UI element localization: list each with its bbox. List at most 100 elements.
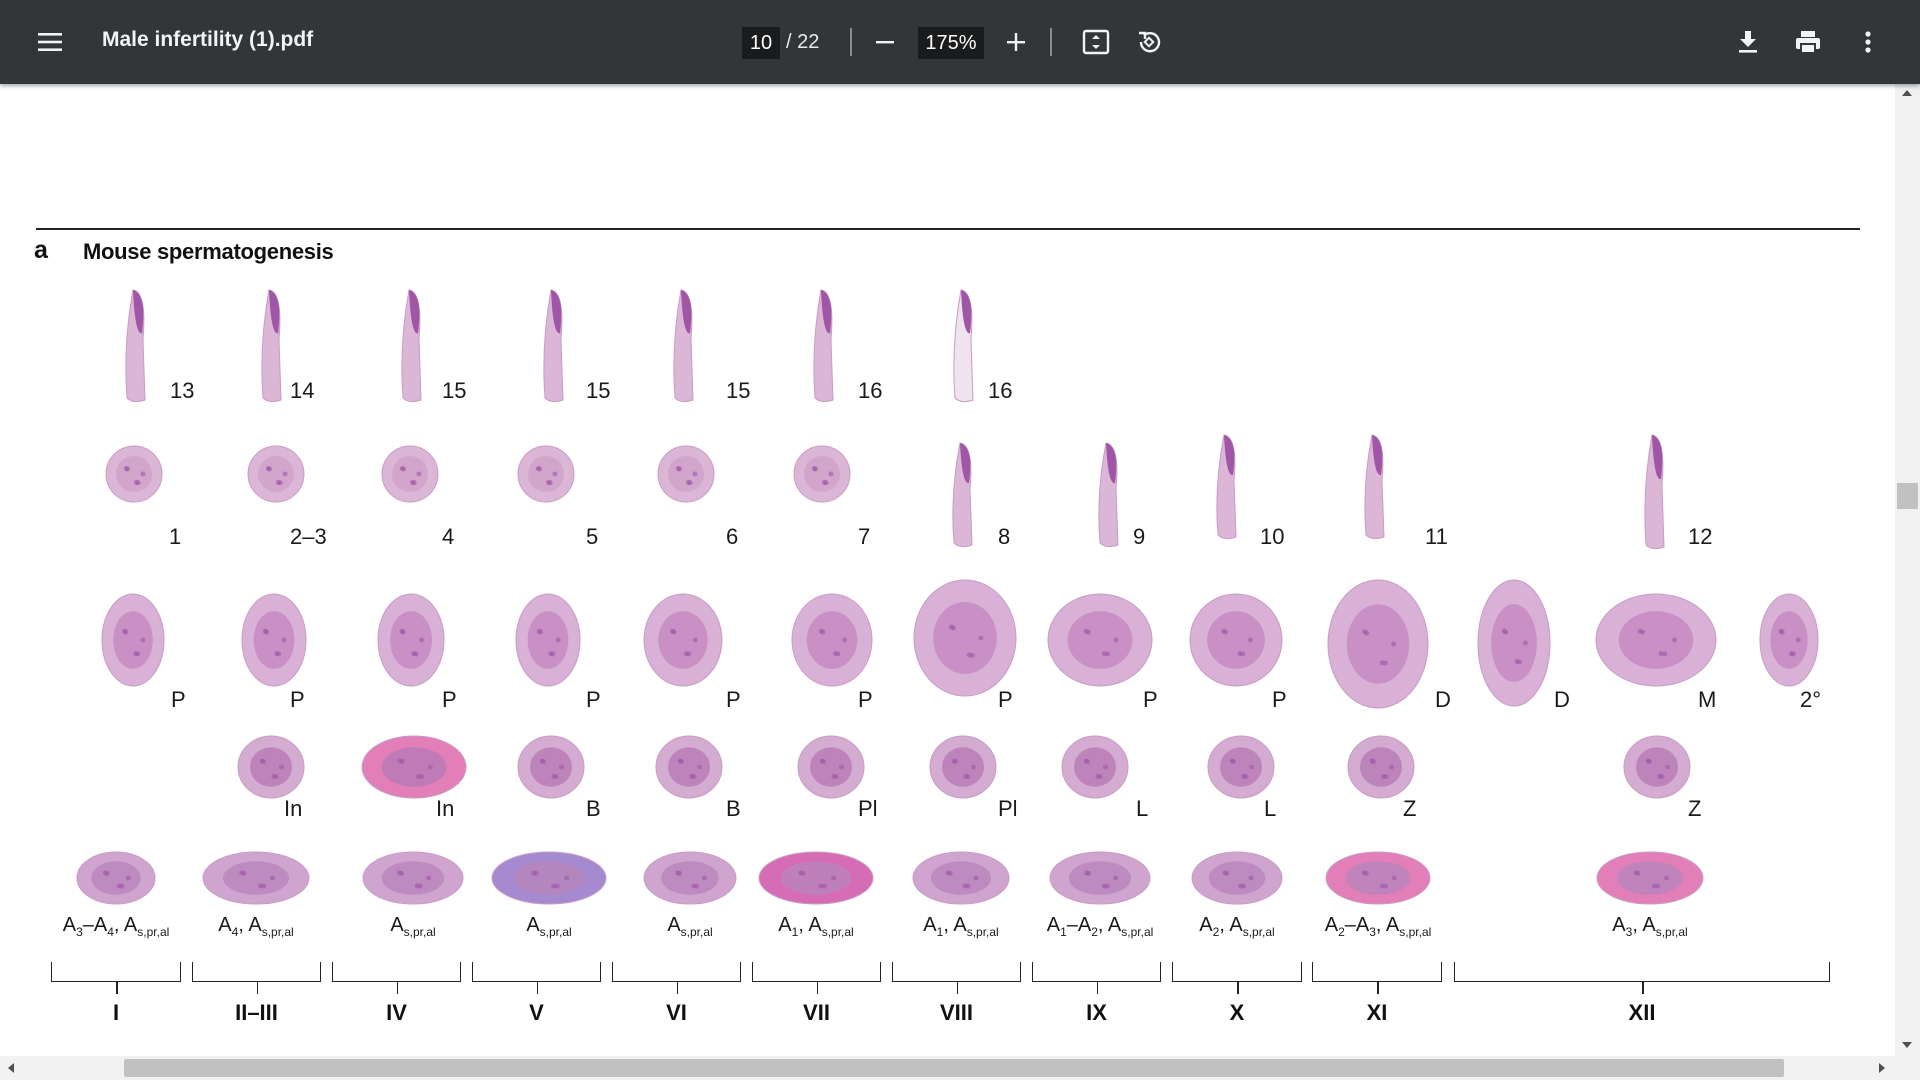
spermatid-image xyxy=(800,286,850,404)
seminiferous-stage-label: VIII xyxy=(939,1000,974,1025)
vertical-scrollbar[interactable] xyxy=(1895,84,1920,1056)
more-vert-icon xyxy=(1865,31,1871,53)
zoom-in-icon xyxy=(1007,33,1025,51)
spermatocyte-phase-label: P xyxy=(171,687,186,712)
download-button[interactable] xyxy=(1724,18,1772,66)
spermatogonia-type-label: A3, As,pr,al xyxy=(1612,914,1688,939)
spermatid-image xyxy=(940,286,990,404)
zoom-level-input[interactable]: 175% xyxy=(918,27,984,59)
spermatocyte-phase-label: P xyxy=(442,687,457,712)
spermatogonium-image xyxy=(1595,850,1705,906)
spermatocyte-image xyxy=(1326,578,1430,710)
spermatogonium-image xyxy=(490,850,608,906)
spermatogonium-image xyxy=(1190,850,1284,906)
panel-title: Mouse spermatogenesis xyxy=(83,239,334,264)
spermatocyte-image xyxy=(1188,592,1284,688)
spermatocyte-phase-label: 2° xyxy=(1800,687,1822,712)
spermatocyte-phase-label: P xyxy=(998,687,1013,712)
round-spermatid-image xyxy=(516,444,576,504)
round-spermatid-image xyxy=(656,444,716,504)
spermatocyte-phase-label: P xyxy=(858,687,873,712)
print-button[interactable] xyxy=(1784,18,1832,66)
zoom-out-button[interactable] xyxy=(861,18,909,66)
print-icon xyxy=(1796,31,1820,54)
horizontal-scroll-thumb[interactable] xyxy=(124,1059,1784,1077)
spermatid-step-label: 15 xyxy=(726,378,751,403)
stage-bracket xyxy=(51,962,181,994)
spermatid-image xyxy=(530,286,580,404)
spermatocyte-phase-label: M xyxy=(1698,687,1717,712)
document-title: Male infertility (1).pdf xyxy=(102,28,314,51)
spermatocyte-phase-label: P xyxy=(1272,687,1287,712)
elongating-spermatid-image xyxy=(932,439,996,549)
spermatid-step-label: 7 xyxy=(858,524,871,549)
seminiferous-stage-label: X xyxy=(1229,1000,1245,1025)
menu-button[interactable] xyxy=(26,18,74,66)
stage-bracket xyxy=(1172,962,1302,994)
spermatocyte-phase-label: Pl xyxy=(998,796,1018,821)
spermatid-step-label: 15 xyxy=(586,378,611,403)
spermatid-step-label: 5 xyxy=(586,524,599,549)
spermatocyte-image xyxy=(240,592,308,688)
page-number-input[interactable]: 10 xyxy=(742,27,780,59)
early-spermatocyte-image xyxy=(1622,734,1692,800)
spermatocyte-image xyxy=(376,592,446,688)
early-spermatocyte-image xyxy=(796,734,866,800)
spermatocyte-image xyxy=(1594,592,1718,688)
rotate-button[interactable] xyxy=(1125,18,1173,66)
early-spermatocyte-image xyxy=(654,734,724,800)
spermatid-step-label: 8 xyxy=(998,524,1011,549)
seminiferous-stage-label: I xyxy=(112,1000,120,1025)
round-spermatid-image xyxy=(246,444,306,504)
spermatid-step-label: 11 xyxy=(1425,524,1448,549)
spermatid-step-label: 15 xyxy=(442,378,467,403)
spermatid-step-label: 16 xyxy=(988,378,1013,403)
zoom-in-button[interactable] xyxy=(992,18,1040,66)
stage-bracket xyxy=(472,962,601,994)
spermatogonia-type-label: As,pr,al xyxy=(390,914,436,939)
spermatocyte-image xyxy=(100,592,166,688)
spermatogonia-type-label: A2–A3, As,pr,al xyxy=(1324,914,1432,939)
scroll-down-arrow-icon[interactable] xyxy=(1901,1040,1913,1050)
spermatogonium-image xyxy=(757,850,875,906)
panel-letter: a xyxy=(34,236,48,264)
round-spermatid-image xyxy=(104,444,164,504)
round-spermatid-image xyxy=(792,444,852,504)
spermatid-step-label: 4 xyxy=(442,524,455,549)
spermatid-step-label: 6 xyxy=(726,524,739,549)
spermatocyte-phase-label: In xyxy=(436,796,455,821)
stage-bracket xyxy=(892,962,1021,994)
spermatogonia-type-label: A1, As,pr,al xyxy=(778,914,854,939)
seminiferous-stage-label: V xyxy=(529,1000,544,1025)
spermatogonia-type-label: A3–A4, As,pr,al xyxy=(62,914,170,939)
vertical-scroll-thumb[interactable] xyxy=(1897,483,1918,509)
more-actions-button[interactable] xyxy=(1844,18,1892,66)
rotate-icon xyxy=(1139,31,1161,53)
spermatogonium-image xyxy=(1048,850,1152,906)
spermatocyte-phase-label: Pl xyxy=(858,796,878,821)
seminiferous-stage-label: IV xyxy=(386,1000,407,1025)
spermatocyte-phase-label: Z xyxy=(1403,796,1417,821)
spermatocyte-phase-label: Z xyxy=(1688,796,1702,821)
spermatogonia-type-label: A1–A2, As,pr,al xyxy=(1046,914,1154,939)
stage-bracket xyxy=(1032,962,1161,994)
spermatogonium-image xyxy=(911,850,1011,906)
scroll-up-arrow-icon[interactable] xyxy=(1901,88,1913,98)
scroll-right-arrow-icon[interactable] xyxy=(1877,1062,1887,1074)
pdf-page-viewer[interactable]: a Mouse spermatogenesis 13 14 15 15 15 16 16 1 2… xyxy=(0,84,1895,1056)
seminiferous-stage-label: XII xyxy=(1628,1000,1656,1025)
spermatocyte-image xyxy=(912,578,1018,698)
toolbar-divider xyxy=(1050,28,1052,56)
seminiferous-stage-label: IX xyxy=(1086,1000,1107,1025)
elongating-spermatid-image xyxy=(1344,431,1408,541)
fit-page-button[interactable] xyxy=(1072,18,1120,66)
scroll-left-arrow-icon[interactable] xyxy=(6,1062,16,1074)
spermatocyte-phase-label: D xyxy=(1435,687,1451,712)
elongating-spermatid-image xyxy=(1624,431,1688,551)
menu-icon xyxy=(38,33,62,51)
pdf-toolbar: Male infertility (1).pdf 10 / 22 175% xyxy=(0,0,1920,84)
spermatocyte-image xyxy=(642,592,724,688)
toolbar-divider xyxy=(850,28,852,56)
stage-bracket xyxy=(1312,962,1442,994)
early-spermatocyte-image xyxy=(928,734,998,800)
